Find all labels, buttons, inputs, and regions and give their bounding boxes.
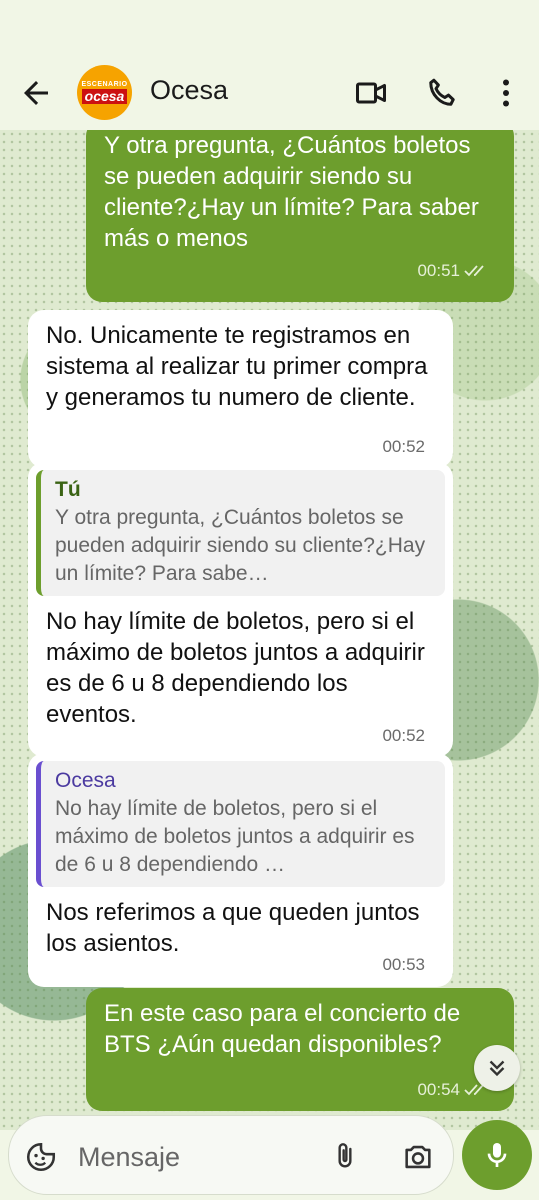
message-input[interactable] [8,1115,454,1195]
more-vert-icon[interactable] [488,75,524,111]
message-text: Y otra pregunta, ¿Cuántos boletos se pue… [104,132,479,252]
back-arrow-icon[interactable] [18,75,54,111]
message-input-placeholder: Mensaje [78,1142,181,1172]
message-incoming-reply[interactable]: Tú Y otra pregunta, ¿Cuántos boletos se … [28,462,453,757]
video-call-icon[interactable] [353,75,389,111]
voice-message-button[interactable] [462,1120,532,1190]
attachment-icon[interactable] [329,1140,361,1174]
read-ticks-icon [464,264,484,276]
message-time: 00:52 [382,726,425,745]
phone-icon[interactable] [424,75,460,111]
message-time: 00:52 [382,437,425,456]
message-text: No hay límite de boletos, pero si el máx… [46,608,425,728]
contact-name[interactable]: Ocesa [150,75,228,106]
double-chevron-down-icon [489,1060,505,1077]
message-text: Nos referimos a que queden juntos los as… [46,899,420,957]
scroll-to-bottom-button[interactable] [474,1045,520,1091]
message-outgoing[interactable]: En este caso para el concierto de BTS ¿A… [86,988,514,1111]
quoted-message[interactable]: Ocesa No hay límite de boletos, pero si … [36,761,445,887]
microphone-icon [487,1143,507,1167]
quoted-message[interactable]: Tú Y otra pregunta, ¿Cuántos boletos se … [36,470,445,596]
avatar-main-text: ocesa [81,89,128,104]
message-time: 00:54 [417,1080,460,1099]
chat-area[interactable]: Y otra pregunta, ¿Cuántos boletos se pue… [0,130,539,1130]
avatar[interactable]: ESCENARIO ocesa [77,65,132,120]
quoted-text: No hay límite de boletos, pero si el máx… [55,797,415,876]
status-bar [0,0,539,55]
message-text: No. Unicamente te registramos en sistema… [46,322,428,411]
quoted-author: Ocesa [55,769,116,792]
message-incoming-reply[interactable]: Ocesa No hay límite de boletos, pero si … [28,753,453,987]
camera-icon[interactable] [400,1140,436,1174]
message-incoming[interactable]: No. Unicamente te registramos en sistema… [28,310,453,468]
quoted-author: Tú [55,478,81,501]
message-text: En este caso para el concierto de BTS ¿A… [104,1000,461,1058]
message-time: 00:53 [382,955,425,974]
quoted-text: Y otra pregunta, ¿Cuántos boletos se pue… [55,506,426,585]
message-meta: 00:51 [417,255,490,286]
message-outgoing[interactable]: Y otra pregunta, ¿Cuántos boletos se pue… [86,130,514,302]
chat-header: ESCENARIO ocesa Ocesa [0,55,539,130]
emoji-sticker-icon[interactable] [24,1140,58,1174]
message-time: 00:51 [417,261,460,280]
